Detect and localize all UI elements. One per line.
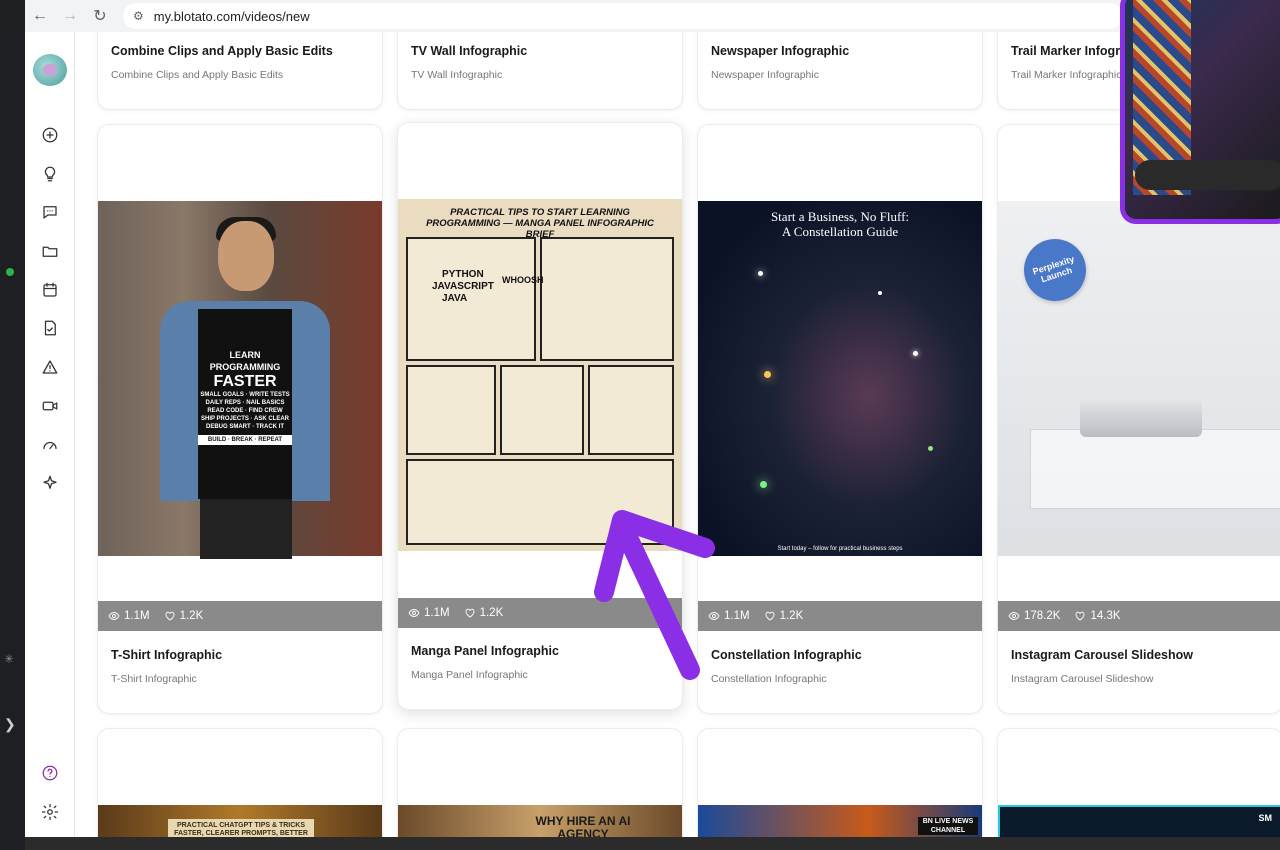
eye-icon — [408, 609, 420, 617]
help-icon[interactable] — [38, 761, 62, 785]
forward-icon[interactable]: → — [55, 1, 85, 31]
template-card-tshirt[interactable]: LEARN PROGRAMMING FASTER SMALL GOALS · W… — [97, 124, 383, 714]
reload-icon[interactable]: ↻ — [85, 1, 115, 31]
desktop-edge: ✳ ❯ — [0, 0, 25, 850]
browser-toolbar: ← → ↻ ⚙ my.blotato.com/videos/new — [25, 0, 1280, 32]
card-title: Manga Panel Infographic — [411, 644, 559, 658]
card-title: Combine Clips and Apply Basic Edits — [111, 44, 333, 58]
likes-stat: 14.3K — [1074, 610, 1121, 622]
card-subtitle: Constellation Infographic — [711, 673, 827, 685]
template-card-constellation[interactable]: Start a Business, No Fluff: A Constellati… — [697, 124, 983, 714]
card-subtitle: Trail Marker Infographic — [1011, 69, 1122, 81]
card-title: Newspaper Infographic — [711, 44, 850, 58]
likes-stat: 1.2K — [764, 610, 803, 622]
eye-icon — [1008, 612, 1020, 620]
card-subtitle: TV Wall Infographic — [411, 69, 503, 81]
card-title: Trail Marker Infogra — [1011, 44, 1128, 58]
document-icon[interactable] — [38, 316, 62, 340]
card-thumbnail: PRACTICAL CHATGPT TIPS & TRICKS FASTER, … — [98, 805, 382, 837]
expand-chevron-icon[interactable]: ❯ — [4, 716, 16, 733]
manga-heading: PRACTICAL TIPS TO START LEARNING PROGRAM… — [426, 207, 654, 240]
template-card-manga[interactable]: PRACTICAL TIPS TO START LEARNING PROGRAM… — [397, 122, 683, 710]
status-dot — [6, 268, 14, 276]
comments-icon[interactable] — [38, 200, 62, 224]
card-thumbnail: PRACTICAL TIPS TO START LEARNING PROGRAM… — [398, 199, 682, 551]
perplexity-badge: Perplexity Launch — [1015, 230, 1095, 310]
card-subtitle: Newspaper Infographic — [711, 69, 819, 81]
ai-sparkle-icon[interactable] — [38, 471, 62, 495]
template-card[interactable]: SM — [997, 728, 1280, 837]
template-card[interactable]: WHY HIRE AN AI AGENCY — [397, 728, 683, 837]
sidebar — [25, 32, 75, 837]
app-window: Combine Clips and Apply Basic Edits Comb… — [25, 32, 1280, 837]
alert-icon[interactable] — [38, 355, 62, 379]
template-card[interactable]: BN LIVE NEWS CHANNEL — [697, 728, 983, 837]
card-title: Constellation Infographic — [711, 648, 862, 662]
card-title: TV Wall Infographic — [411, 44, 528, 58]
eye-icon — [708, 612, 720, 620]
template-card[interactable]: Newspaper Infographic Newspaper Infograp… — [697, 32, 983, 110]
settings-icon[interactable] — [38, 800, 62, 824]
views-stat: 1.1M — [408, 607, 450, 619]
video-icon[interactable] — [38, 394, 62, 418]
card-subtitle: Instagram Carousel Slideshow — [1011, 673, 1154, 685]
card-subtitle: Combine Clips and Apply Basic Edits — [111, 69, 284, 81]
stats-bar: 178.2K 14.3K — [998, 601, 1280, 631]
address-bar[interactable]: ⚙ my.blotato.com/videos/new — [123, 3, 1123, 29]
card-thumbnail: WHY HIRE AN AI AGENCY — [398, 805, 682, 837]
card-thumbnail: Start a Business, No Fluff: A Constellati… — [698, 201, 982, 556]
views-stat: 1.1M — [708, 610, 750, 622]
heart-icon — [1076, 611, 1085, 621]
model-figure: LEARN PROGRAMMING FASTER SMALL GOALS · W… — [160, 217, 330, 559]
ideas-icon[interactable] — [38, 162, 62, 186]
site-settings-icon[interactable]: ⚙ — [133, 9, 144, 23]
template-card[interactable]: PRACTICAL CHATGPT TIPS & TRICKS FASTER, … — [97, 728, 383, 837]
likes-stat: 1.2K — [164, 610, 203, 622]
stats-bar: 1.1M 1.2K — [98, 601, 382, 631]
card-title: T-Shirt Infographic — [111, 648, 223, 662]
card-thumbnail: SM — [998, 805, 1280, 837]
mac-mini-image — [1080, 399, 1202, 437]
back-icon[interactable]: ← — [25, 1, 55, 31]
card-thumbnail: LEARN PROGRAMMING FASTER SMALL GOALS · W… — [98, 201, 382, 559]
create-icon[interactable] — [38, 123, 62, 147]
heart-icon — [765, 611, 775, 621]
views-stat: 1.1M — [108, 610, 150, 622]
sparkle-glyph: ✳ — [4, 652, 15, 666]
heart-icon — [465, 608, 475, 618]
card-thumbnail: BN LIVE NEWS CHANNEL — [698, 805, 982, 837]
stats-bar: 1.1M 1.2K — [398, 598, 682, 628]
constellation-heading: Start a Business, No Fluff: A Constellati… — [770, 209, 910, 239]
template-grid: Combine Clips and Apply Basic Edits Comb… — [75, 32, 1280, 837]
app-logo[interactable] — [33, 54, 67, 86]
likes-stat: 1.2K — [464, 607, 503, 619]
url-text: my.blotato.com/videos/new — [153, 8, 310, 24]
webcam-overlay — [1120, 0, 1280, 224]
heart-icon — [165, 611, 175, 621]
card-thumbnail: Perplexity Launch — [998, 201, 1280, 556]
calendar-icon[interactable] — [38, 278, 62, 302]
shirt-print: LEARN PROGRAMMING FASTER SMALL GOALS · W… — [198, 309, 292, 499]
views-stat: 178.2K — [1008, 610, 1060, 622]
stats-bar: 1.1M 1.2K — [698, 601, 982, 631]
card-subtitle: Manga Panel Infographic — [411, 669, 528, 681]
card-subtitle: T-Shirt Infographic — [111, 673, 197, 685]
card-title: Instagram Carousel Slideshow — [1011, 648, 1193, 662]
template-card[interactable]: Combine Clips and Apply Basic Edits Comb… — [97, 32, 383, 110]
template-card[interactable]: TV Wall Infographic TV Wall Infographic — [397, 32, 683, 110]
eye-icon — [108, 612, 120, 620]
analytics-icon[interactable] — [38, 432, 62, 456]
folder-icon[interactable] — [38, 239, 62, 263]
